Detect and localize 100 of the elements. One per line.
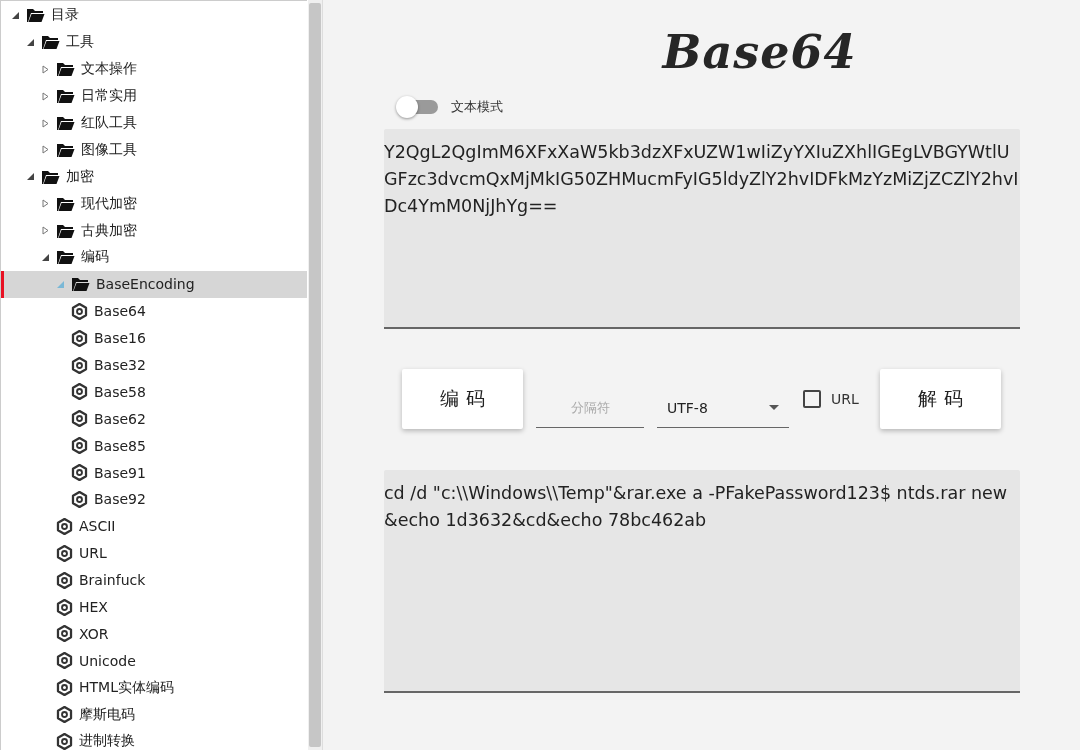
decode-button[interactable]: 解 码 <box>880 369 1001 429</box>
gear-icon <box>71 437 88 455</box>
tree-item-label: Unicode <box>79 652 136 669</box>
tree-item[interactable]: Brainfuck <box>1 566 308 594</box>
collapsed-arrow-icon[interactable] <box>41 226 50 236</box>
expanded-arrow-icon[interactable] <box>11 10 20 20</box>
toggle-switch[interactable] <box>396 95 440 119</box>
folder-icon <box>41 168 60 185</box>
checkbox[interactable] <box>803 390 821 408</box>
tree-item[interactable]: Base16 <box>1 324 308 352</box>
folder-icon <box>56 249 75 266</box>
toggle-label: 文本模式 <box>451 98 503 116</box>
gear-icon <box>71 302 88 320</box>
expanded-arrow-icon[interactable] <box>26 172 35 182</box>
collapsed-arrow-icon[interactable] <box>41 64 50 74</box>
tree-item-label: Base58 <box>94 383 146 400</box>
tree-item-label: Base91 <box>94 464 146 481</box>
gear-icon <box>71 410 88 428</box>
tree-item-label: 图像工具 <box>81 140 137 159</box>
tree-item[interactable]: 加密 <box>1 163 308 191</box>
tree-item[interactable]: HTML实体编码 <box>1 674 308 702</box>
tree-item[interactable]: HEX <box>1 593 308 621</box>
tree-item[interactable]: URL <box>1 539 308 567</box>
output-field[interactable]: cd /d "c:\\Windows\\Temp"&rar.exe a -PFakePassword123$ ntds.rar new&echo 1d3632&cd&echo 78bc462ab <box>384 470 1020 693</box>
tree-item-label: Base92 <box>94 491 146 508</box>
collapsed-arrow-icon[interactable] <box>41 199 50 209</box>
tree-item[interactable]: ASCII <box>1 512 308 540</box>
tree-item-label: 目录 <box>51 6 79 25</box>
tree-item[interactable]: 编码 <box>1 244 308 271</box>
tree-item-label: Brainfuck <box>79 572 146 589</box>
gear-icon <box>56 544 73 562</box>
tree-item-label: Base64 <box>94 303 146 320</box>
folder-icon <box>56 115 75 131</box>
expanded-arrow-icon[interactable] <box>41 252 50 262</box>
folder-icon <box>71 276 90 293</box>
tree-item[interactable]: Base92 <box>1 486 308 513</box>
separator-field[interactable]: 分隔符 <box>536 388 644 428</box>
input-field[interactable]: Y2QgL2QgImM6XFxXaW5kb3dzXFxUZW1wIiZyYXIuZXhlIGEgLVBGYWtlUGFzc3dvcmQxMjMkIG50ZHMucmFyIG5ldyZlY2hvIDFkMzYzMiZjZCZlY2hvIDc4YmM0NjJhYg== <box>384 129 1020 329</box>
tree-item-label: 红队工具 <box>81 114 137 132</box>
tree-item[interactable]: Unicode <box>1 647 308 675</box>
gear-icon <box>56 652 73 670</box>
tree-item[interactable]: 摩斯电码 <box>1 701 308 729</box>
caret-icon <box>769 405 779 410</box>
tree-item[interactable]: Base58 <box>1 378 308 406</box>
tree-item-label: 进制转换 <box>79 732 135 750</box>
collapsed-arrow-icon[interactable] <box>41 118 50 128</box>
tree-item[interactable]: XOR <box>1 620 308 648</box>
tree-item[interactable]: 进制转换 <box>1 728 308 750</box>
folder-icon <box>56 61 75 78</box>
expanded-arrow-icon[interactable] <box>26 37 35 47</box>
checkbox-label: URL <box>831 391 859 407</box>
tree-item[interactable]: 工具 <box>1 28 308 56</box>
logo-title: Base64 <box>662 24 857 81</box>
tree-item-label: HTML实体编码 <box>79 678 174 697</box>
folder-icon <box>56 88 75 105</box>
encoding-dropdown[interactable]: UTF-8 <box>657 388 789 428</box>
gear-icon <box>56 733 73 750</box>
tree-item[interactable]: Base64 <box>1 297 308 325</box>
tree-item[interactable]: Base62 <box>1 405 308 433</box>
tree-item-label: 现代加密 <box>81 194 137 213</box>
folder-icon <box>56 195 75 212</box>
gear-icon <box>56 706 73 724</box>
gear-icon <box>71 383 88 401</box>
tree-item-label: 编码 <box>81 248 109 267</box>
tree-item-label: 文本操作 <box>81 60 137 79</box>
tree-item[interactable]: 文本操作 <box>1 55 308 83</box>
tree-item-label: 古典加密 <box>81 221 137 240</box>
gear-icon <box>56 598 73 616</box>
tree-item-label: HEX <box>79 599 108 616</box>
encode-button[interactable]: 编 码 <box>402 369 523 429</box>
collapsed-arrow-icon[interactable] <box>41 145 50 155</box>
tree-item-label: 加密 <box>66 167 94 186</box>
tree-item[interactable]: 红队工具 <box>1 109 308 137</box>
tree-item[interactable]: Base91 <box>1 459 308 487</box>
folder-icon <box>26 7 45 24</box>
tree-item[interactable]: 古典加密 <box>1 217 308 244</box>
scrollbar[interactable] <box>308 0 322 750</box>
tree-item[interactable]: Base85 <box>1 432 308 460</box>
folder-icon <box>56 141 75 158</box>
gear-icon <box>56 571 73 589</box>
tree-item-label: Base85 <box>94 437 146 454</box>
tree-item-label: BaseEncoding <box>96 276 195 293</box>
tree-item-label: 工具 <box>66 33 94 52</box>
tree-item[interactable]: 图像工具 <box>1 136 308 164</box>
tree-item-label: URL <box>79 545 107 562</box>
gear-icon <box>71 356 88 374</box>
gear-icon <box>71 464 88 482</box>
tree-item-label: 摩斯电码 <box>79 705 135 724</box>
tree-item-label: Base16 <box>94 330 146 347</box>
tree-item[interactable]: BaseEncoding <box>1 270 308 298</box>
tree-item[interactable]: 日常实用 <box>1 82 308 110</box>
folder-icon <box>41 34 60 51</box>
gear-icon <box>56 679 73 697</box>
tree-item[interactable]: 目录 <box>1 2 308 29</box>
tree-item-label: XOR <box>79 625 109 642</box>
collapsed-arrow-icon[interactable] <box>41 91 50 101</box>
gear-icon <box>71 490 88 508</box>
tree-item[interactable]: 现代加密 <box>1 190 308 218</box>
tree-item[interactable]: Base32 <box>1 351 308 379</box>
tree-item-label: 日常实用 <box>81 87 137 106</box>
